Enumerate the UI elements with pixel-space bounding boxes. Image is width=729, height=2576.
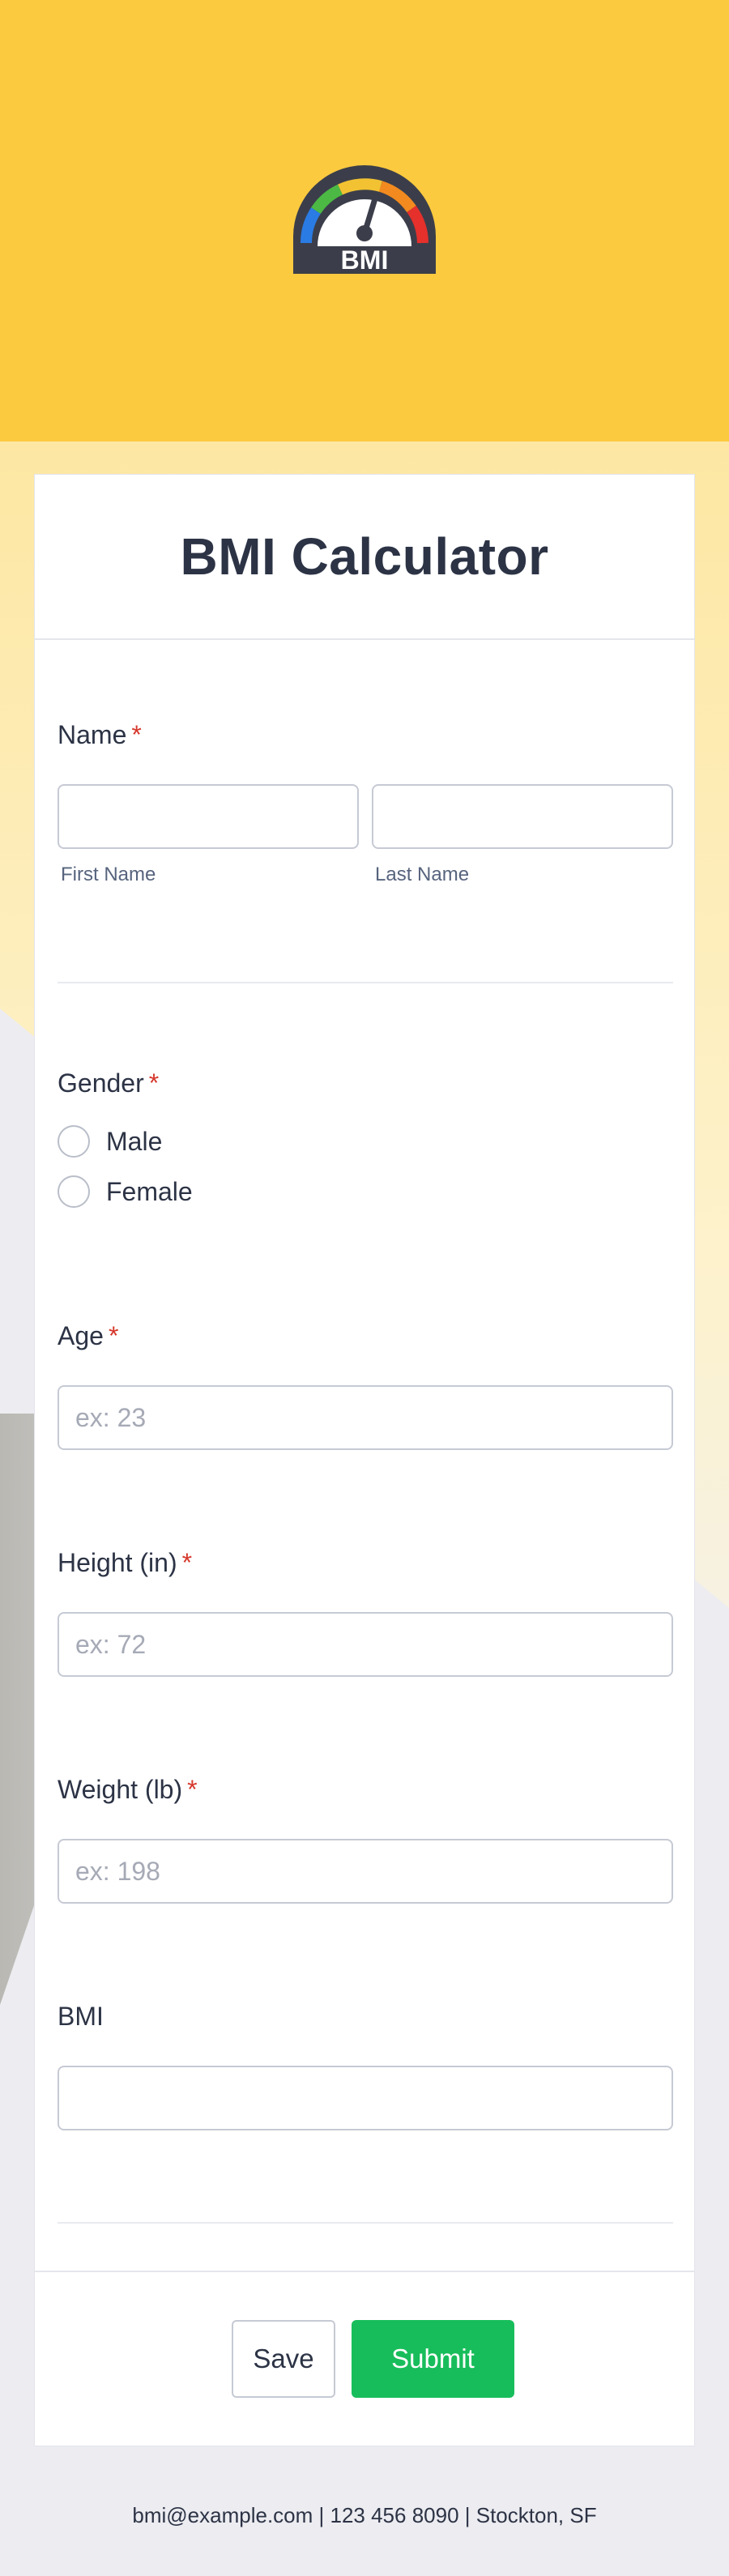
- form-card: BMI Calculator Name * First Name Last Nam…: [34, 474, 695, 2446]
- section-divider: [58, 982, 673, 983]
- radio-button[interactable]: [58, 1125, 90, 1158]
- height-input[interactable]: [58, 1612, 673, 1677]
- weight-input[interactable]: [58, 1839, 673, 1904]
- required-mark: *: [187, 1775, 198, 1804]
- bmi-input[interactable]: [58, 2066, 673, 2130]
- height-label: Height (in) *: [58, 1548, 193, 1577]
- first-name-sublabel: First Name: [61, 864, 156, 885]
- button-bar-divider: [35, 2271, 694, 2272]
- gender-option-male[interactable]: Male: [58, 1116, 673, 1166]
- form-header: BMI Calculator: [35, 475, 694, 640]
- required-mark: *: [181, 1548, 193, 1577]
- gauge-icon: BMI: [293, 165, 436, 275]
- gender-field: Gender * Male Female: [58, 1068, 673, 1217]
- radio-button[interactable]: [58, 1175, 90, 1208]
- radio-label: Male: [106, 1126, 163, 1156]
- last-name-sublabel: Last Name: [375, 864, 470, 885]
- weight-label: Weight (lb) *: [58, 1775, 198, 1804]
- required-mark: *: [131, 720, 142, 749]
- name-label: Name *: [58, 720, 142, 749]
- age-label: Age *: [58, 1321, 119, 1350]
- bmi-logo: BMI: [290, 162, 439, 277]
- height-field: Height (in) *: [58, 1548, 673, 1677]
- gender-label: Gender *: [58, 1068, 160, 1098]
- form-title: BMI Calculator: [180, 527, 549, 586]
- bmi-label: BMI: [58, 2002, 104, 2031]
- contact-footer: bmi@example.com | 123 456 8090 | Stockto…: [132, 2503, 597, 2527]
- radio-label: Female: [106, 1176, 193, 1206]
- gender-option-female[interactable]: Female: [58, 1166, 673, 1217]
- bmi-field: BMI: [58, 2002, 673, 2130]
- name-field: Name * First Name Last Name: [58, 720, 673, 886]
- last-name-input[interactable]: [372, 784, 673, 849]
- required-mark: *: [148, 1068, 160, 1098]
- weight-field: Weight (lb) *: [58, 1775, 673, 1904]
- section-divider: [58, 2222, 673, 2224]
- submit-button[interactable]: Submit: [352, 2320, 514, 2398]
- logo-text: BMI: [341, 245, 389, 275]
- required-mark: *: [108, 1321, 119, 1350]
- age-input[interactable]: [58, 1385, 673, 1450]
- save-button[interactable]: Save: [232, 2320, 335, 2398]
- first-name-input[interactable]: [58, 784, 359, 849]
- age-field: Age *: [58, 1321, 673, 1450]
